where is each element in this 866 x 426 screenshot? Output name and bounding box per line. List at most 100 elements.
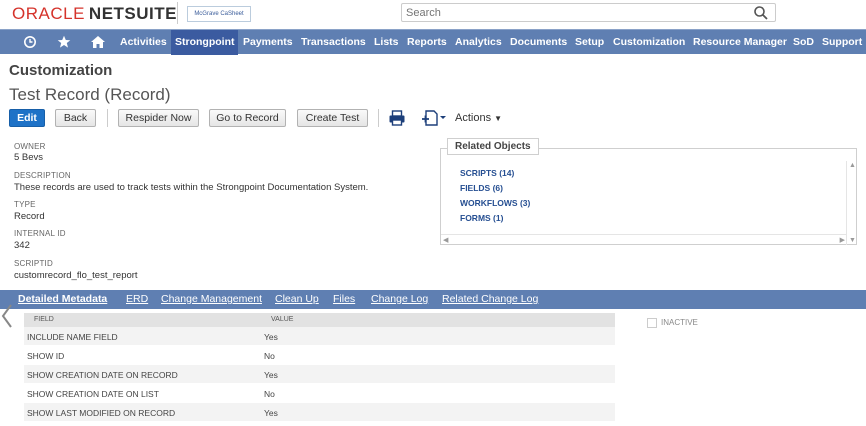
related-link-fields[interactable]: FIELDS (6) (460, 183, 503, 193)
client-logo: McGrave CaSheet (187, 6, 251, 22)
owner-value: 5 Bevs (14, 152, 44, 163)
nav-lists[interactable]: Lists (374, 30, 399, 55)
global-search[interactable] (401, 3, 776, 22)
new-document-icon[interactable] (421, 109, 447, 127)
tab-detailed-metadata[interactable]: Detailed Metadata (18, 293, 107, 305)
page-title: Test Record (Record) (9, 85, 171, 104)
related-link-workflows[interactable]: WORKFLOWS (3) (460, 198, 530, 208)
page-category: Customization (9, 62, 113, 79)
row-field: INCLUDE NAME FIELD (27, 332, 118, 342)
scroll-left-icon[interactable]: ◀ (443, 236, 448, 244)
home-icon[interactable] (89, 34, 107, 50)
metadata-table: FIELD VALUE INCLUDE NAME FIELD Yes SHOW … (24, 313, 615, 422)
logo-divider (177, 2, 178, 24)
main-nav: Activities Strongpoint Payments Transact… (0, 29, 866, 55)
scriptid-value: customrecord_flo_test_report (14, 270, 138, 281)
tab-label: Clean Up (275, 293, 319, 305)
nav-payments[interactable]: Payments (243, 30, 293, 55)
row-field: SHOW CREATION DATE ON LIST (27, 389, 159, 399)
row-value: No (264, 351, 275, 361)
tab-label: ERD (126, 293, 149, 305)
internal-id-value: 342 (14, 240, 30, 251)
related-objects-panel: SCRIPTS (14) FIELDS (6) WORKFLOWS (3) FO… (440, 148, 857, 245)
star-icon[interactable] (55, 34, 73, 50)
tab-label: Related Change Log (442, 293, 539, 305)
internal-id-label: INTERNAL ID (14, 229, 66, 238)
search-icon[interactable] (753, 5, 769, 21)
column-header-value[interactable]: VALUE (271, 316, 293, 323)
chevron-left-icon[interactable] (0, 303, 14, 329)
respider-now-button[interactable]: Respider Now (118, 109, 199, 127)
top-header: ORACLE NETSUITE McGrave CaSheet (0, 0, 866, 29)
nav-sod[interactable]: SoD (793, 30, 814, 55)
create-test-button[interactable]: Create Test (297, 109, 368, 127)
scriptid-label: SCRIPTID (14, 259, 53, 268)
type-label: TYPE (14, 200, 36, 209)
horizontal-scrollbar[interactable]: ◀ ▶ (441, 234, 847, 244)
tab-change-management[interactable]: Change Management (161, 293, 262, 305)
tab-files[interactable]: Files (333, 293, 355, 305)
chevron-down-icon: ▼ (494, 114, 503, 123)
row-field: SHOW LAST MODIFIED ON RECORD (27, 408, 176, 418)
description-value: These records are used to track tests wi… (14, 182, 369, 193)
tab-label: Change Management (161, 293, 262, 305)
tab-clean-up[interactable]: Clean Up (275, 293, 319, 305)
related-link-scripts[interactable]: SCRIPTS (14) (460, 168, 514, 178)
toolbar-divider (107, 109, 108, 127)
nav-resource-manager[interactable]: Resource Manager (693, 30, 787, 55)
tab-related-change-log[interactable]: Related Change Log (442, 293, 538, 305)
tab-label: Change Log (371, 293, 429, 305)
inactive-checkbox[interactable]: INACTIVE (647, 318, 698, 328)
type-value: Record (14, 211, 45, 222)
table-row: SHOW CREATION DATE ON LIST No (24, 384, 615, 403)
description-label: DESCRIPTION (14, 171, 71, 180)
nav-documents[interactable]: Documents (510, 30, 567, 55)
edit-button[interactable]: Edit (9, 109, 45, 127)
vertical-scrollbar[interactable]: ▲ ▼ (846, 161, 856, 245)
table-row: SHOW CREATION DATE ON RECORD Yes (24, 365, 615, 384)
row-field: SHOW CREATION DATE ON RECORD (27, 370, 178, 380)
nav-customization[interactable]: Customization (613, 30, 685, 55)
column-header-field[interactable]: FIELD (34, 316, 54, 323)
related-objects-title: Related Objects (447, 138, 539, 155)
inactive-label: INACTIVE (661, 318, 698, 328)
scroll-down-icon[interactable]: ▼ (849, 237, 856, 244)
row-value: Yes (264, 332, 278, 342)
table-row: SHOW LAST MODIFIED ON RECORD Yes (24, 403, 615, 422)
table-row: INCLUDE NAME FIELD Yes (24, 327, 615, 346)
scroll-up-icon[interactable]: ▲ (849, 162, 856, 169)
row-value: Yes (264, 408, 278, 418)
nav-activities[interactable]: Activities (120, 30, 167, 55)
tab-label: Detailed Metadata (18, 293, 108, 305)
nav-reports[interactable]: Reports (407, 30, 447, 55)
back-button[interactable]: Back (55, 109, 96, 127)
tab-change-log[interactable]: Change Log (371, 293, 428, 305)
nav-transactions[interactable]: Transactions (301, 30, 366, 55)
go-to-record-button[interactable]: Go to Record (209, 109, 286, 127)
actions-menu[interactable]: Actions ▼ (455, 112, 502, 124)
logo-netsuite-text: NETSUITE (88, 4, 177, 23)
logo-oracle-text: ORACLE (12, 4, 85, 23)
scroll-right-icon[interactable]: ▶ (840, 236, 845, 244)
owner-label: OWNER (14, 142, 46, 151)
print-icon[interactable] (388, 109, 406, 127)
nav-setup[interactable]: Setup (575, 30, 604, 55)
nav-support[interactable]: Support (822, 30, 862, 55)
table-body: INCLUDE NAME FIELD Yes SHOW ID No SHOW C… (24, 327, 615, 422)
row-value: No (264, 389, 275, 399)
nav-strongpoint[interactable]: Strongpoint (171, 30, 239, 55)
checkbox-box[interactable] (647, 318, 657, 328)
search-input[interactable] (402, 4, 742, 21)
related-link-forms[interactable]: FORMS (1) (460, 213, 503, 223)
netsuite-logo[interactable]: ORACLE NETSUITE (12, 4, 177, 24)
recent-icon[interactable] (21, 34, 39, 50)
subtab-bar: Detailed Metadata ERD Change Management … (0, 290, 866, 309)
nav-analytics[interactable]: Analytics (455, 30, 502, 55)
row-value: Yes (264, 370, 278, 380)
table-header: FIELD VALUE (24, 313, 615, 327)
row-field: SHOW ID (27, 351, 65, 361)
table-row: SHOW ID No (24, 346, 615, 365)
tab-erd[interactable]: ERD (126, 293, 148, 305)
actions-label: Actions (455, 112, 492, 124)
toolbar-divider (378, 109, 379, 127)
